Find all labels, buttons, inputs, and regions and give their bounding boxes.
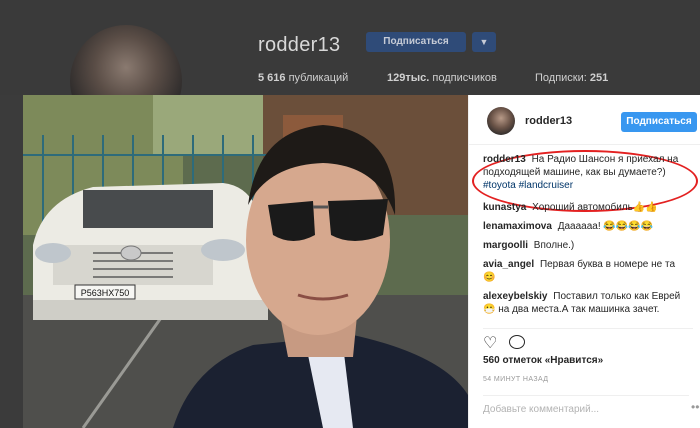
profile-follow-button[interactable]: Подписаться: [366, 32, 466, 52]
comment-username[interactable]: lenamaximova: [483, 221, 552, 232]
add-comment-input[interactable]: Добавьте комментарий...: [483, 395, 689, 415]
likes-count[interactable]: 560 отметок «Нравится»: [483, 355, 603, 366]
comment-text: Вполне.): [533, 240, 575, 251]
post-sidebar: rodder13 Подписаться rodder13 На Радио Ш…: [468, 95, 700, 428]
post-actions: ♡: [483, 328, 693, 353]
more-dots-icon[interactable]: •••: [691, 400, 700, 414]
license-plate: Р563НХ750: [81, 288, 130, 298]
post-photo: Р563НХ750: [23, 95, 468, 428]
comment-username[interactable]: margoolli: [483, 240, 528, 251]
post-author-username[interactable]: rodder13: [525, 115, 572, 127]
hashtag-landcruiser[interactable]: #landcruiser: [519, 180, 573, 191]
comment-icon[interactable]: [509, 335, 525, 349]
comment-text: Даааааа! 😂😂😂😂: [557, 221, 654, 232]
caption-username[interactable]: rodder13: [483, 154, 526, 165]
comment-item: kunastya Хороший автомобиль👍👍: [483, 201, 689, 214]
post-timestamp: 54 МИНУТ НАЗАД: [483, 376, 549, 383]
post-modal: Р563НХ750 rodder13 Подписаться rodder13 …: [23, 95, 700, 428]
comment-text: Хороший автомобиль👍👍: [532, 202, 658, 213]
posts-count: 5 616 публикаций: [258, 72, 349, 84]
comment-username[interactable]: avia_angel: [483, 259, 534, 270]
caption: rodder13 На Радио Шансон я приехал на по…: [483, 153, 689, 192]
comment-item: lenamaximova Даааааа! 😂😂😂😂: [483, 220, 689, 233]
heart-icon[interactable]: ♡: [483, 333, 497, 353]
profile-dropdown-button[interactable]: ▼: [472, 32, 496, 52]
followers-count[interactable]: 129тыс. подписчиков: [387, 72, 497, 84]
comments-list: rodder13 На Радио Шансон я приехал на по…: [469, 153, 700, 322]
comment-item: margoolli Вполне.): [483, 239, 689, 252]
photo-illustration: Р563НХ750: [23, 95, 468, 428]
chevron-down-icon: ▼: [479, 37, 489, 47]
comment-item: avia_angel Первая буква в номере не та 😊: [483, 258, 689, 284]
post-author-avatar[interactable]: [487, 107, 515, 135]
post-follow-button[interactable]: Подписаться: [621, 112, 697, 132]
following-count[interactable]: Подписки: 251: [535, 72, 608, 84]
profile-username: rodder13: [258, 34, 341, 56]
post-header: rodder13 Подписаться: [469, 95, 700, 145]
comment-username[interactable]: alexeybelskiy: [483, 291, 548, 302]
hashtag-toyota[interactable]: #toyota: [483, 180, 516, 191]
comment-username[interactable]: kunastya: [483, 202, 526, 213]
comment-item: alexeybelskiy Поставил только как Еврей …: [483, 290, 689, 316]
